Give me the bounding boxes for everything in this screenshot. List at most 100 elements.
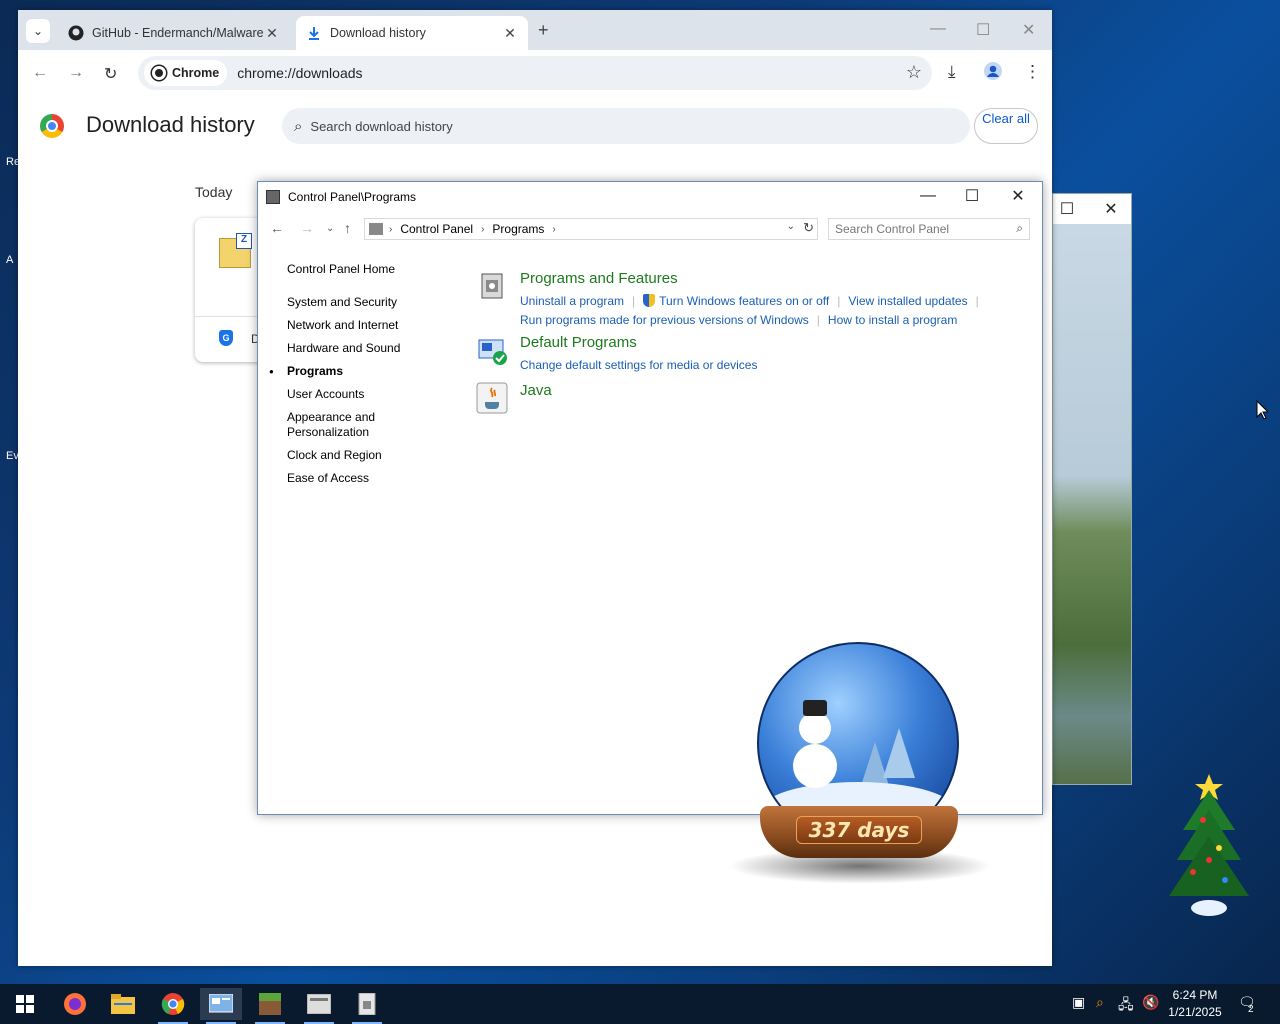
bookmark-star-icon[interactable]: ☆ bbox=[906, 62, 922, 83]
url-text[interactable]: chrome://downloads bbox=[237, 65, 362, 81]
download-icon bbox=[306, 25, 322, 41]
minimize-icon[interactable]: — bbox=[930, 20, 946, 38]
date-group-label: Today bbox=[195, 184, 233, 200]
close-icon[interactable]: ✕ bbox=[1101, 199, 1121, 219]
taskbar-clock[interactable]: 6:24 PM 1/21/2025 bbox=[1162, 987, 1228, 1021]
chrome-taskbar-icon[interactable] bbox=[152, 988, 194, 1024]
forward-icon[interactable]: → bbox=[68, 64, 84, 82]
windows-logo-icon bbox=[16, 995, 34, 1013]
uninstall-program-link[interactable]: Uninstall a program bbox=[520, 294, 624, 308]
close-tab-icon[interactable]: ✕ bbox=[264, 25, 280, 42]
mouse-cursor-icon bbox=[1256, 399, 1270, 425]
java-icon bbox=[476, 382, 508, 414]
window-title: Control Panel\Programs bbox=[288, 190, 417, 204]
tab-download-history[interactable]: Download history ✕ bbox=[296, 16, 528, 50]
category-heading[interactable]: Default Programs bbox=[520, 334, 637, 351]
new-tab-button[interactable]: + bbox=[538, 20, 549, 41]
search-placeholder: Search Control Panel bbox=[835, 222, 950, 236]
compatibility-link[interactable]: Run programs made for previous versions … bbox=[520, 313, 809, 327]
default-programs-icon bbox=[476, 334, 508, 366]
address-bar[interactable]: Chrome chrome://downloads ☆ bbox=[138, 56, 932, 90]
desktop-icon-label-fragment: Ev bbox=[6, 450, 19, 462]
how-to-install-link[interactable]: How to install a program bbox=[828, 313, 957, 327]
sidebar-item-clock-region[interactable]: Clock and Region bbox=[287, 448, 400, 463]
breadcrumb[interactable]: › Control Panel › Programs › ⌄ ↻ bbox=[364, 218, 818, 240]
change-default-settings-link[interactable]: Change default settings for media or dev… bbox=[520, 358, 757, 372]
firefox-taskbar-icon[interactable] bbox=[54, 988, 96, 1020]
refresh-icon[interactable]: ↻ bbox=[803, 220, 814, 236]
background-window[interactable]: ☐ ✕ bbox=[1052, 193, 1132, 785]
archive-file-icon bbox=[219, 233, 252, 268]
network-icon[interactable]: 🖧 bbox=[1118, 994, 1134, 1018]
tray-search-icon[interactable]: ⌕ bbox=[1096, 994, 1104, 1011]
app-taskbar-icon[interactable] bbox=[298, 988, 340, 1024]
forward-arrow-icon[interactable]: → bbox=[300, 220, 314, 236]
safe-browsing-shield-icon: G bbox=[219, 330, 233, 346]
sidebar-item-ease-of-access[interactable]: Ease of Access bbox=[287, 471, 400, 486]
sidebar-item-user-accounts[interactable]: User Accounts bbox=[287, 387, 400, 402]
search-downloads-input[interactable]: ⌕ Search download history bbox=[282, 108, 970, 144]
sidebar-item-control-panel-home[interactable]: Control Panel Home bbox=[287, 262, 400, 277]
recent-locations-icon[interactable]: ⌄ bbox=[326, 223, 334, 234]
sidebar: Control Panel Home System and Security N… bbox=[269, 262, 400, 494]
tab-search-dropdown[interactable]: ⌄ bbox=[26, 19, 50, 43]
reload-icon[interactable]: ↻ bbox=[104, 64, 117, 84]
category-links: Uninstall a program | Turn Windows feature… bbox=[520, 294, 979, 327]
snowman-hat-icon bbox=[803, 700, 827, 716]
volume-muted-icon[interactable]: 🔇 bbox=[1142, 994, 1159, 1011]
chrome-icon bbox=[152, 66, 166, 80]
downloads-header: Download history ⌕ Search download histo… bbox=[18, 96, 1052, 156]
minimize-icon[interactable]: — bbox=[918, 186, 938, 206]
taskbar: ▣ ⌕ 🖧 🔇 6:24 PM 1/21/2025 🗨 2 bbox=[0, 984, 1280, 1024]
minecraft-taskbar-icon[interactable] bbox=[249, 988, 291, 1024]
tab-label: GitHub - Endermanch/Malware bbox=[92, 26, 264, 40]
browser-toolbar: ← → ↻ Chrome chrome://downloads ☆ ⤓ ⋮ bbox=[18, 50, 1052, 96]
snowman-body bbox=[793, 744, 837, 788]
sidebar-item-system-security[interactable]: System and Security bbox=[287, 295, 400, 310]
downloads-icon[interactable]: ⤓ bbox=[948, 62, 956, 82]
category-heading[interactable]: Java bbox=[520, 382, 552, 399]
menu-kebab-icon[interactable]: ⋮ bbox=[1024, 62, 1041, 82]
uac-shield-icon bbox=[643, 294, 656, 307]
tray-app-icon[interactable]: ▣ bbox=[1072, 994, 1085, 1011]
sidebar-item-hardware[interactable]: Hardware and Sound bbox=[287, 341, 400, 356]
maximize-icon[interactable]: ☐ bbox=[976, 20, 990, 40]
close-icon[interactable]: ✕ bbox=[1008, 186, 1028, 206]
notification-count-badge: 2 bbox=[1248, 1004, 1254, 1015]
chrome-logo-icon bbox=[40, 114, 64, 138]
category-heading[interactable]: Programs and Features bbox=[520, 270, 678, 287]
breadcrumb-item[interactable]: Control Panel bbox=[400, 222, 473, 236]
address-bar-row: ← → ⌄ ↑ › Control Panel › Programs › ⌄ ↻… bbox=[258, 214, 1042, 244]
file-explorer-taskbar-icon[interactable] bbox=[102, 988, 144, 1020]
page-title: Download history bbox=[86, 112, 255, 137]
tab-strip: ⌄ GitHub - Endermanch/Malware ✕ Download… bbox=[18, 10, 1052, 50]
view-installed-updates-link[interactable]: View installed updates bbox=[848, 294, 967, 308]
category-links: Change default settings for media or dev… bbox=[520, 356, 757, 375]
maximize-icon[interactable]: ☐ bbox=[962, 186, 982, 206]
maximize-icon[interactable]: ☐ bbox=[1057, 199, 1077, 219]
clear-all-button[interactable]: Clear all bbox=[974, 108, 1038, 144]
control-panel-taskbar-icon[interactable] bbox=[200, 988, 242, 1024]
search-control-panel-input[interactable]: Search Control Panel ⌕ bbox=[828, 218, 1030, 240]
tab-github[interactable]: GitHub - Endermanch/Malware ✕ bbox=[58, 16, 290, 50]
search-placeholder: Search download history bbox=[310, 118, 453, 134]
profile-icon[interactable] bbox=[984, 62, 1002, 85]
site-chip[interactable]: Chrome bbox=[144, 60, 228, 86]
start-button[interactable] bbox=[4, 988, 46, 1020]
close-tab-icon[interactable]: ✕ bbox=[502, 25, 518, 42]
back-arrow-icon[interactable]: ← bbox=[270, 220, 284, 236]
control-panel-icon bbox=[266, 190, 280, 204]
address-dropdown-icon[interactable]: ⌄ bbox=[787, 221, 795, 232]
window-title-bar[interactable]: Control Panel\Programs — ☐ ✕ bbox=[258, 182, 1042, 212]
sidebar-item-network[interactable]: Network and Internet bbox=[287, 318, 400, 333]
breadcrumb-item[interactable]: Programs bbox=[492, 222, 544, 236]
sidebar-item-appearance[interactable]: Appearance and Personalization bbox=[287, 410, 387, 440]
windows-features-link[interactable]: Turn Windows features on or off bbox=[659, 294, 829, 308]
up-arrow-icon[interactable]: ↑ bbox=[344, 220, 351, 236]
close-window-icon[interactable]: ✕ bbox=[1022, 20, 1035, 40]
installer-taskbar-icon[interactable] bbox=[346, 988, 388, 1024]
back-icon[interactable]: ← bbox=[32, 64, 48, 82]
clock-time: 6:24 PM bbox=[1172, 988, 1218, 1002]
sidebar-item-programs[interactable]: Programs bbox=[269, 364, 400, 379]
christmas-tree-widget[interactable] bbox=[1163, 760, 1255, 920]
